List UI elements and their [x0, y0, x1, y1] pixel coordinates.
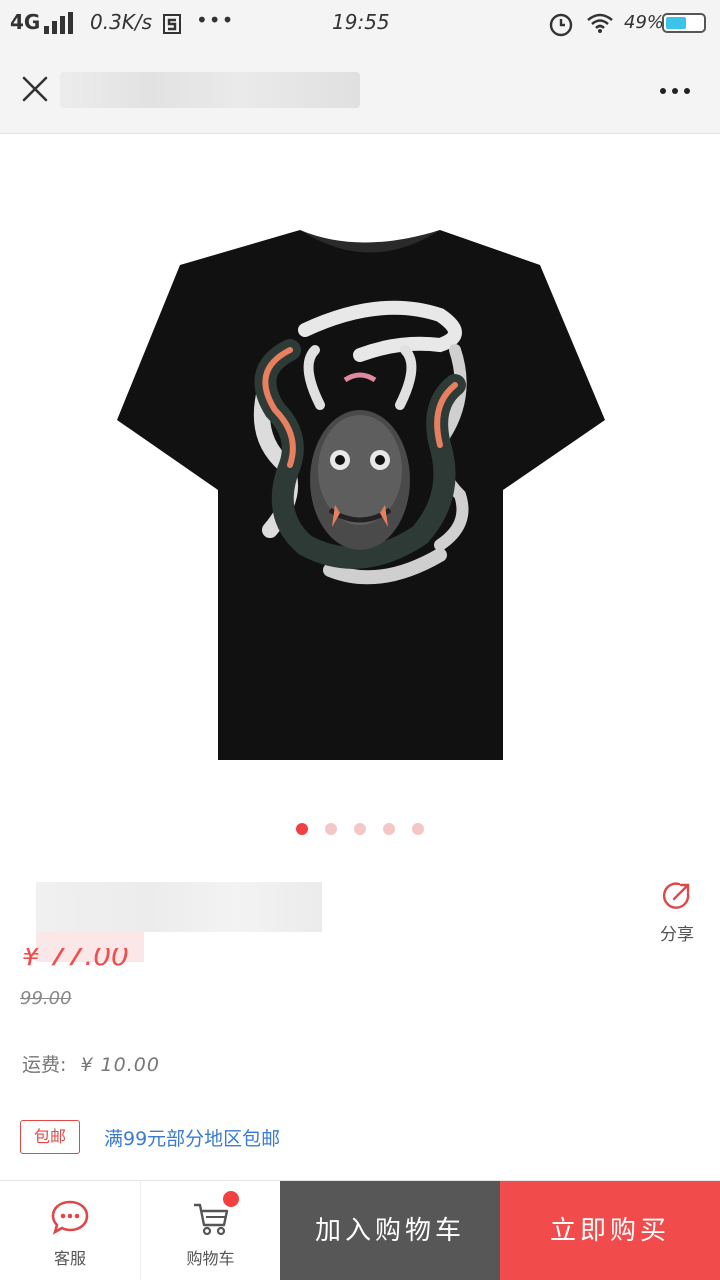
product-info: ¥ 77.00 99.00 分享 运费: ¥ 10.00 包邮 满99元部分地区包…	[0, 852, 720, 1178]
carousel-dot[interactable]	[383, 823, 396, 835]
add-to-cart-button[interactable]: 加入购物车	[280, 1181, 500, 1280]
close-button[interactable]	[14, 68, 58, 112]
buy-now-button[interactable]: 立即购买	[500, 1181, 720, 1280]
battery-percent: 49%	[624, 12, 665, 33]
current-price: ¥ 77.00	[22, 948, 129, 970]
shipping-fee: 运费: ¥ 10.00	[22, 1050, 160, 1077]
nav-bar	[0, 46, 720, 134]
shipping-value: ¥ 10.00	[80, 1054, 160, 1076]
alarm-icon	[549, 13, 573, 37]
carousel-dot[interactable]	[354, 823, 366, 835]
cart-button[interactable]: 购物车	[140, 1181, 280, 1280]
signal-icon	[44, 12, 74, 34]
product-name-redacted	[36, 882, 322, 932]
share-button[interactable]: 分享	[652, 880, 702, 945]
carousel-dot[interactable]	[324, 823, 337, 835]
share-label: 分享	[660, 925, 694, 945]
product-image-carousel[interactable]	[0, 135, 720, 850]
more-horizontal-icon	[660, 88, 690, 94]
battery-icon	[662, 13, 706, 33]
page-title-redacted	[60, 72, 360, 108]
tshirt-product-image	[117, 230, 605, 760]
chat-bubble-icon	[51, 1200, 89, 1235]
customer-service-button[interactable]: 客服	[0, 1181, 140, 1280]
status-more-dots: •••	[196, 8, 235, 32]
share-icon	[662, 882, 690, 909]
close-icon	[22, 76, 48, 102]
clock: 19:55	[332, 10, 390, 34]
app-notification-icon	[163, 14, 181, 34]
shipping-label: 运费:	[22, 1054, 67, 1076]
free-shipping-tag: 包邮	[20, 1120, 80, 1154]
carousel-dot[interactable]	[412, 823, 425, 835]
more-menu-button[interactable]	[650, 76, 700, 106]
status-bar: 4G 0.3K/s ••• 19:55 49%	[0, 0, 720, 46]
cart-label: 购物车	[186, 1249, 235, 1268]
carousel-indicator	[0, 820, 720, 836]
customer-service-label: 客服	[53, 1249, 86, 1268]
network-type: 4G	[10, 10, 41, 34]
bottom-action-bar: 客服 购物车 加入购物车 立即购买	[0, 1180, 720, 1280]
network-speed: 0.3K/s	[90, 10, 153, 34]
cart-badge	[223, 1191, 239, 1207]
free-shipping-promo-link[interactable]: 满99元部分地区包邮	[104, 1124, 280, 1151]
carousel-dot[interactable]	[295, 823, 308, 835]
product-detail-page: 4G 0.3K/s ••• 19:55 49% ¥ 77.00 99.00 分享…	[0, 0, 720, 1280]
original-price: 99.00	[20, 988, 72, 1009]
wifi-icon	[587, 13, 613, 33]
